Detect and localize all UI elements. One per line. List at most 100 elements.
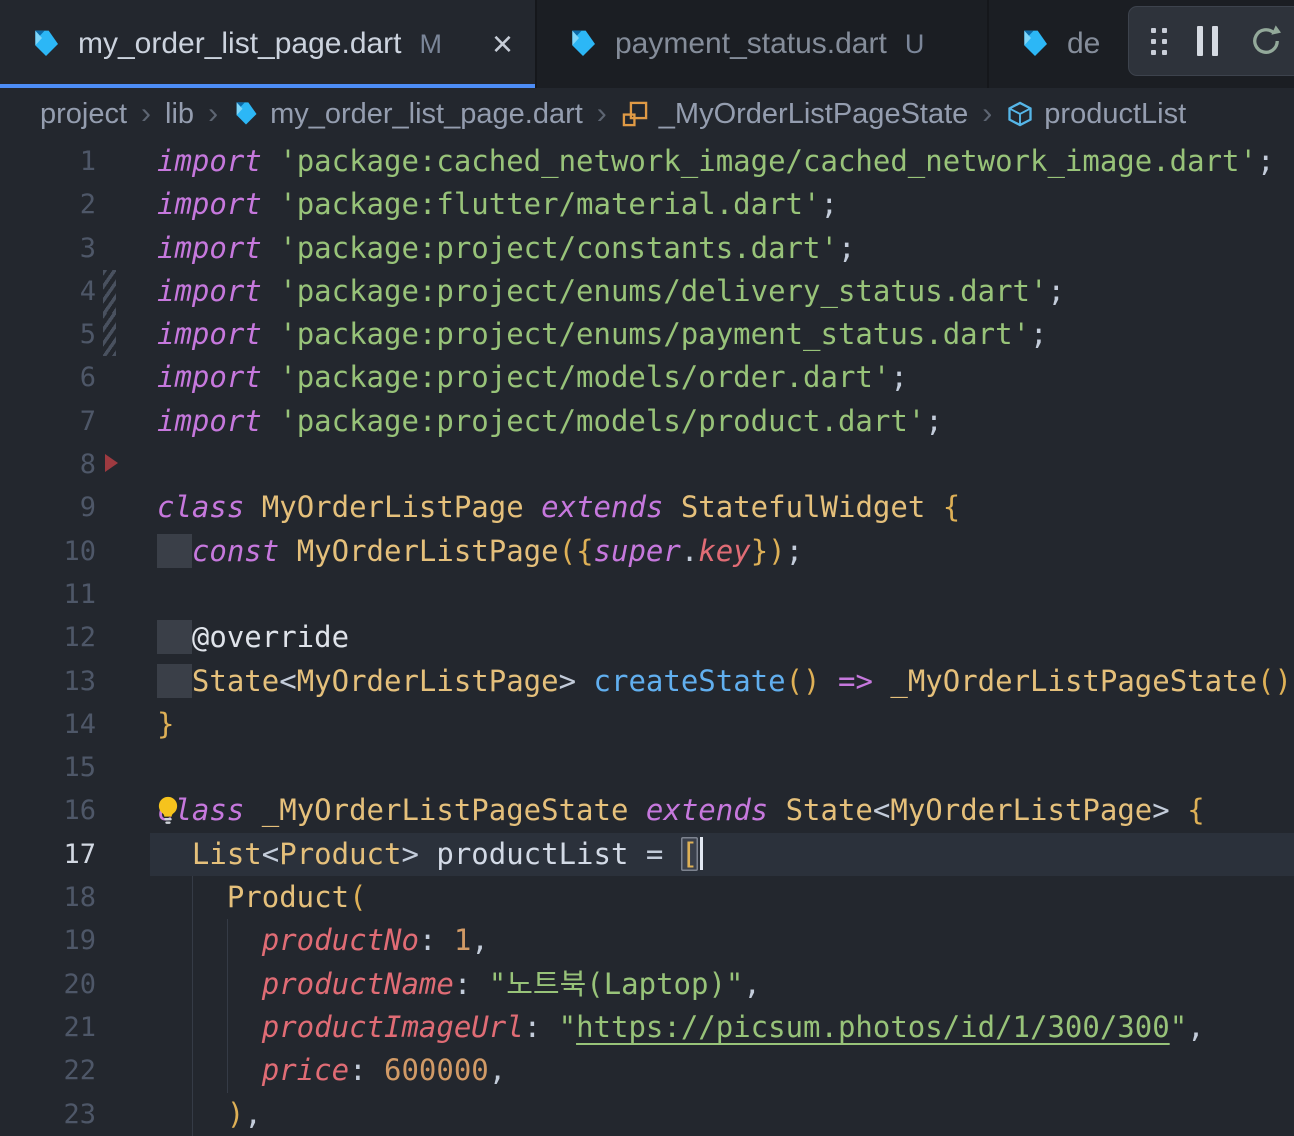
gutter[interactable]: 4	[0, 269, 150, 314]
code-line[interactable]: 18 Product(	[0, 876, 1294, 920]
breadcrumb-item-file[interactable]: my_order_list_page.dart	[232, 98, 583, 131]
gutter[interactable]: 15	[0, 746, 150, 789]
indent-guide	[226, 919, 229, 963]
code-line[interactable]: 14}	[0, 703, 1294, 746]
line-number: 20	[63, 968, 96, 1000]
tab-label: payment_status.dart	[615, 27, 887, 60]
line-number: 14	[63, 708, 96, 740]
breadcrumb-item-field[interactable]: productList	[1006, 98, 1186, 131]
tab-my-order-list-page[interactable]: my_order_list_page.dart M ×	[0, 0, 537, 88]
tab-payment-status[interactable]: payment_status.dart U	[537, 0, 989, 88]
gutter[interactable]: 2	[0, 183, 150, 226]
line-number: 16	[63, 795, 96, 827]
code-line[interactable]: 8	[0, 443, 1294, 486]
breadcrumb-item-lib[interactable]: lib	[165, 98, 194, 131]
tab-label: my_order_list_page.dart	[78, 27, 402, 60]
gutter[interactable]: 19	[0, 919, 150, 962]
code-line[interactable]: 4 import 'package:project/enums/delivery_…	[0, 269, 1294, 314]
indent-guide	[191, 1049, 194, 1093]
gutter[interactable]: 18	[0, 876, 150, 919]
code-content: productNo: 1,	[150, 919, 1294, 963]
code-line[interactable]: 19 productNo: 1,	[0, 919, 1294, 963]
code-line[interactable]: 1 import 'package:cached_network_image/ca…	[0, 140, 1294, 183]
breadcrumb: project › lib › my_order_list_page.dart …	[0, 88, 1294, 140]
text-cursor	[700, 837, 704, 871]
gutter[interactable]: 16	[0, 789, 150, 832]
gutter[interactable]: 9	[0, 486, 150, 529]
gutter[interactable]: 20	[0, 963, 150, 1006]
code-content: }	[157, 706, 175, 741]
code-content: price: 600000,	[150, 1049, 1294, 1093]
gutter[interactable]: 17	[0, 833, 150, 876]
code-line[interactable]: 5 import 'package:project/enums/payment_s…	[0, 313, 1294, 357]
gutter[interactable]: 10	[0, 530, 150, 573]
code-line[interactable]: 3 import 'package:project/constants.dart'…	[0, 227, 1294, 270]
pause-icon[interactable]	[1197, 26, 1218, 56]
code-content	[150, 443, 1294, 486]
code-content: import 'package:cached_network_image/cac…	[157, 144, 1275, 178]
line-number: 2	[79, 189, 96, 221]
gutter[interactable]: 11	[0, 573, 150, 616]
code-line[interactable]: 21 productImageUrl: "https://picsum.phot…	[0, 1005, 1294, 1050]
breadcrumb-item-project[interactable]: project	[40, 98, 127, 131]
chevron-right-icon: ›	[141, 97, 152, 130]
tab-label: de	[1067, 27, 1101, 60]
code-content: import 'package:project/constants.dart';	[157, 230, 856, 265]
gutter[interactable]: 7	[0, 400, 150, 443]
restart-icon[interactable]	[1248, 23, 1284, 59]
lightbulb-icon[interactable]	[152, 794, 184, 826]
code-line[interactable]: 10 const MyOrderListPage({super.key});	[0, 530, 1294, 573]
code-line[interactable]: 12 @override	[0, 616, 1294, 659]
gutter[interactable]: 14	[0, 703, 150, 746]
code-line[interactable]: 22 price: 600000,	[0, 1049, 1294, 1093]
code-line[interactable]: 11	[0, 573, 1294, 616]
dart-icon	[1024, 30, 1047, 56]
gutter[interactable]: 12	[0, 616, 150, 659]
git-modified-stripe	[103, 313, 116, 357]
gutter[interactable]: 22	[0, 1049, 150, 1092]
gutter[interactable]: 1	[0, 140, 150, 183]
indent-guide	[191, 876, 194, 920]
indent-guide	[191, 962, 194, 1006]
gutter[interactable]: 3	[0, 227, 150, 270]
code-content: State<MyOrderListPage> createState() => …	[150, 660, 1294, 703]
code-content: class _MyOrderListPageState extends Stat…	[150, 789, 1294, 832]
code-line[interactable]: 23 ),	[0, 1092, 1294, 1136]
dart-icon	[35, 30, 58, 56]
line-number: 4	[79, 275, 96, 307]
code-content: import 'package:flutter/material.dart';	[157, 187, 838, 222]
git-modified-stripe	[103, 269, 116, 314]
drag-handle-icon[interactable]	[1151, 27, 1167, 55]
indent-guide	[191, 919, 194, 963]
gutter[interactable]: 8	[0, 443, 150, 486]
editor[interactable]: 1 import 'package:cached_network_image/ca…	[0, 140, 1294, 1136]
code-content: Product(	[150, 876, 1294, 920]
gutter[interactable]: 13	[0, 660, 150, 703]
code-line[interactable]: 7 import 'package:project/models/product.…	[0, 400, 1294, 443]
code-line[interactable]: 16 class _MyOrderListPageState extends St…	[0, 789, 1294, 832]
code-line[interactable]: 20 productName: "노트북(Laptop)",	[0, 962, 1294, 1006]
code-content: ),	[150, 1092, 1294, 1136]
code-line[interactable]: 15	[0, 746, 1294, 789]
debug-toolbar	[1128, 6, 1294, 76]
code-line[interactable]: 6 import 'package:project/models/order.da…	[0, 356, 1294, 399]
close-icon[interactable]: ×	[492, 26, 513, 62]
line-number: 13	[63, 665, 96, 697]
gutter[interactable]: 5	[0, 313, 150, 357]
code-line[interactable]: 17 List<Product> productList = [	[0, 832, 1294, 877]
gutter[interactable]: 23	[0, 1093, 150, 1136]
chevron-right-icon: ›	[982, 97, 993, 130]
gutter[interactable]: 21	[0, 1006, 150, 1049]
code-line[interactable]: 13 State<MyOrderListPage> createState() …	[0, 660, 1294, 703]
code-content: import 'package:project/models/order.dar…	[157, 360, 908, 395]
code-content	[150, 746, 1294, 789]
breadcrumb-item-class[interactable]: _MyOrderListPageState	[621, 98, 968, 131]
code-line[interactable]: 9 class MyOrderListPage extends StatefulW…	[0, 486, 1294, 529]
code-content: const MyOrderListPage({super.key});	[150, 530, 1294, 573]
tab-bar: my_order_list_page.dart M × payment_stat…	[0, 0, 1294, 88]
code-content: productName: "노트북(Laptop)",	[150, 962, 1294, 1006]
indent-guide	[191, 1092, 194, 1136]
code-line[interactable]: 2 import 'package:flutter/material.dart';	[0, 183, 1294, 226]
code-content: @override	[150, 616, 1294, 659]
gutter[interactable]: 6	[0, 356, 150, 399]
